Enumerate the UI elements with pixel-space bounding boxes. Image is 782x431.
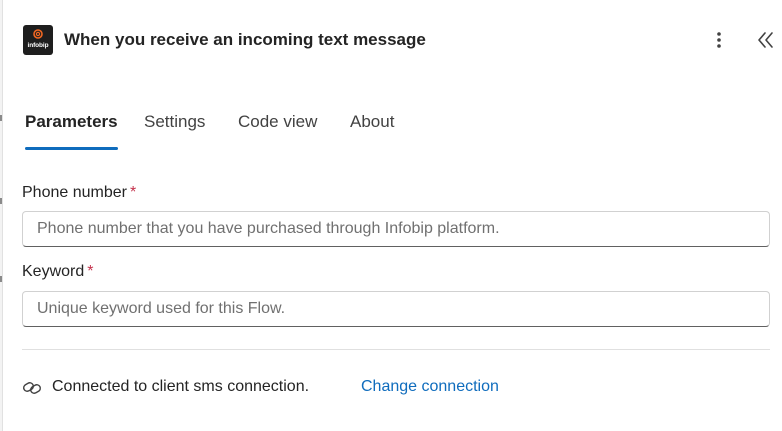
- active-tab-indicator: [25, 147, 118, 150]
- required-marker: *: [87, 263, 94, 280]
- keyword-label-text: Keyword: [22, 263, 85, 280]
- link-icon: [22, 378, 42, 398]
- phone-number-input[interactable]: [23, 212, 769, 246]
- phone-number-label-text: Phone number: [22, 184, 127, 201]
- keyword-input[interactable]: [23, 292, 769, 326]
- more-vertical-icon: [717, 32, 721, 48]
- tab-settings[interactable]: Settings: [144, 112, 205, 152]
- trigger-details-panel: infobip When you receive an incoming tex…: [2, 0, 782, 431]
- connection-status-text: Connected to client sms connection.: [52, 378, 310, 395]
- tab-code-view[interactable]: Code view: [238, 112, 317, 152]
- logo-text: infobip: [27, 42, 49, 49]
- more-options-button[interactable]: [708, 28, 730, 52]
- change-connection-link[interactable]: Change connection: [361, 378, 499, 396]
- tab-label: Parameters: [25, 112, 118, 131]
- tab-label: Code view: [238, 112, 318, 131]
- keyword-label: Keyword *: [22, 263, 93, 281]
- section-divider: [22, 349, 770, 350]
- phone-number-field-wrapper: [22, 211, 770, 247]
- phone-number-label: Phone number *: [22, 184, 136, 202]
- double-chevron-left-icon: [758, 32, 773, 48]
- keyword-field-wrapper: [22, 291, 770, 327]
- tab-parameters[interactable]: Parameters: [25, 112, 118, 152]
- tab-about[interactable]: About: [350, 112, 394, 152]
- infobip-ring-icon: [33, 29, 43, 39]
- panel-title: When you receive an incoming text messag…: [64, 30, 426, 49]
- panel-header: infobip When you receive an incoming tex…: [3, 0, 782, 82]
- collapse-panel-button[interactable]: [753, 28, 777, 52]
- tab-label: Settings: [144, 112, 206, 131]
- infobip-logo: infobip: [23, 25, 53, 55]
- required-marker: *: [129, 184, 137, 201]
- tab-label: About: [350, 112, 395, 131]
